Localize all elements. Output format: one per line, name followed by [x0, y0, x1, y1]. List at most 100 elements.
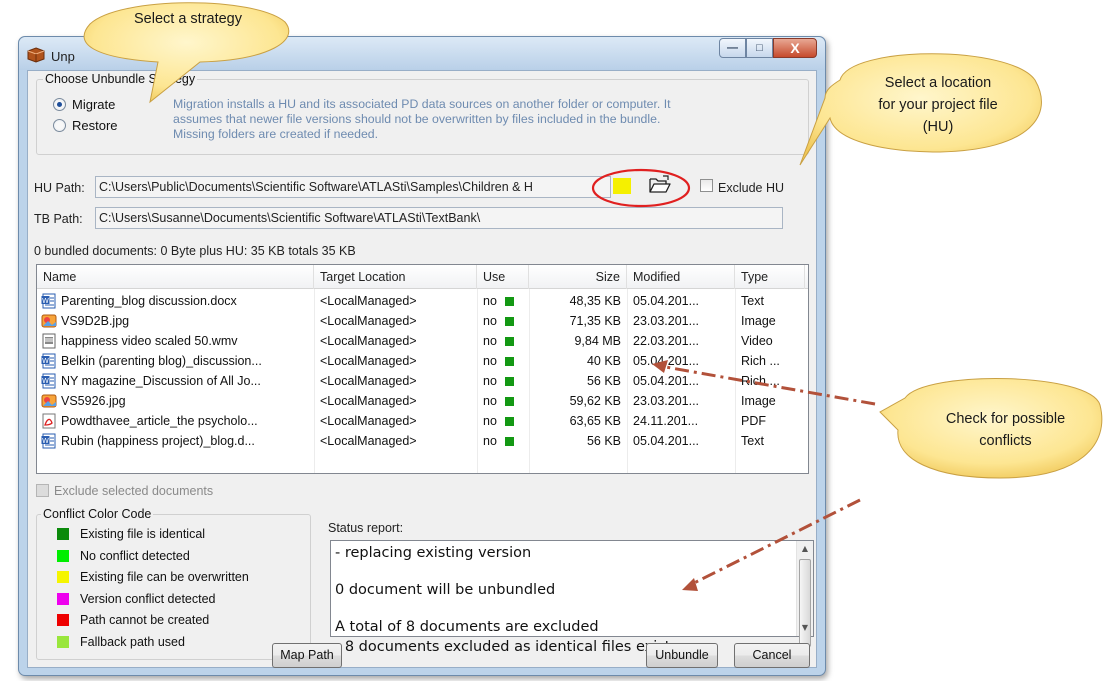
- exclude-selected-label: Exclude selected documents: [54, 484, 214, 498]
- scroll-up-icon[interactable]: ▲: [797, 541, 813, 557]
- map-path-button[interactable]: Map Path: [272, 643, 342, 668]
- callout-conflicts-line: conflicts: [979, 433, 1032, 449]
- cell-target: <LocalManaged>: [320, 354, 417, 368]
- cell-type: Image: [741, 394, 776, 408]
- word-doc-icon: W: [41, 353, 57, 369]
- use-indicator: [504, 317, 514, 326]
- callout-conflicts-line: Check for possible: [945, 411, 1066, 427]
- title-bar[interactable]: Unp — □ X: [19, 37, 825, 70]
- status-report[interactable]: - replacing existing version 0 document …: [330, 540, 814, 655]
- table-row[interactable]: W Parenting_blog discussion.docx <LocalMan…: [37, 291, 808, 311]
- use-indicator: [504, 417, 514, 426]
- radio-migrate-dot[interactable]: [53, 98, 66, 111]
- cell-name: Belkin (parenting blog)_discussion...: [61, 354, 262, 368]
- table-row[interactable]: W Rubin (happiness project)_blog.d... <Loc…: [37, 431, 808, 451]
- cell-size: 59,62 KB: [569, 394, 621, 408]
- table-row[interactable]: W Belkin (parenting blog)_discussion... <L…: [37, 351, 808, 371]
- column-header-modified[interactable]: Modified: [627, 265, 735, 289]
- column-header-use[interactable]: Use: [477, 265, 529, 289]
- minimize-button[interactable]: —: [719, 38, 746, 58]
- status-line: - 8 documents excluded as identical file…: [335, 639, 679, 655]
- exclude-selected-checkbox[interactable]: [36, 484, 49, 497]
- package-icon: [27, 47, 45, 63]
- callout-location-line: (HU): [922, 119, 954, 135]
- radio-restore[interactable]: Restore: [53, 118, 118, 133]
- use-indicator: [504, 337, 514, 346]
- exclude-hu-checkbox[interactable]: [700, 179, 713, 192]
- documents-table[interactable]: Name Target Location Use Size Modified T…: [36, 264, 809, 474]
- column-header-name[interactable]: Name: [37, 265, 314, 289]
- column-header-type[interactable]: Type: [735, 265, 805, 289]
- svg-text:W: W: [42, 437, 49, 445]
- table-header: Name Target Location Use Size Modified T…: [37, 265, 808, 289]
- legend-item: Existing file can be overwritten: [57, 570, 249, 584]
- legend-item: Version conflict detected: [57, 592, 216, 606]
- legend-label: Fallback path used: [80, 634, 185, 649]
- maximize-button[interactable]: □: [746, 38, 773, 58]
- cell-name: Rubin (happiness project)_blog.d...: [61, 434, 255, 448]
- unbundle-button[interactable]: Unbundle: [646, 643, 718, 668]
- use-indicator: [504, 437, 514, 446]
- table-row[interactable]: VS5926.jpg <LocalManaged> no 59,62 KB 23.03.…: [37, 391, 808, 411]
- cell-modified: 23.03.201...: [633, 314, 700, 328]
- cell-target: <LocalManaged>: [320, 394, 417, 408]
- cell-modified: 05.04.201...: [633, 434, 700, 448]
- tb-path-field[interactable]: C:\Users\Susanne\Documents\Scientific So…: [95, 207, 783, 229]
- cell-use: no: [483, 291, 527, 311]
- legend-label: Existing file is identical: [80, 527, 206, 541]
- table-row[interactable]: Powdthavee_article_the psycholo... <Local…: [37, 411, 808, 431]
- legend-item: No conflict detected: [57, 549, 190, 563]
- word-doc-icon: W: [41, 373, 57, 389]
- strategy-description-line: Missing folders are created if needed.: [173, 127, 379, 141]
- close-button[interactable]: X: [773, 38, 817, 58]
- use-text: no: [483, 314, 497, 328]
- cell-target: <LocalManaged>: [320, 314, 417, 328]
- cell-type: Text: [741, 434, 764, 448]
- cell-use: no: [483, 351, 527, 371]
- cell-type: Rich ...: [741, 374, 780, 388]
- strategy-group-title: Choose Unbundle Strategy: [43, 72, 198, 86]
- status-scrollbar[interactable]: ▲ ▼: [796, 541, 813, 647]
- legend-swatch: [57, 635, 69, 648]
- conflict-legend: Conflict Color Code Existing file is ide…: [36, 507, 311, 660]
- hu-path-field[interactable]: C:\Users\Public\Documents\Scientific Sof…: [95, 176, 611, 198]
- use-indicator: [504, 357, 514, 366]
- video-icon: [41, 333, 57, 349]
- table-row[interactable]: VS9D2B.jpg <LocalManaged> no 71,35 KB 23.03.…: [37, 311, 808, 331]
- cell-size: 63,65 KB: [569, 414, 621, 428]
- cell-modified: 23.03.201...: [633, 394, 700, 408]
- cell-size: 48,35 KB: [569, 294, 621, 308]
- column-header-target[interactable]: Target Location: [314, 265, 477, 289]
- table-row[interactable]: happiness video scaled 50.wmv <LocalManag…: [37, 331, 808, 351]
- cell-use: no: [483, 391, 527, 411]
- hu-path-label: HU Path:: [34, 181, 85, 195]
- cell-target: <LocalManaged>: [320, 434, 417, 448]
- table-row[interactable]: W NY magazine_Discussion of All Jo... <Loc…: [37, 371, 808, 391]
- radio-migrate[interactable]: Migrate: [53, 97, 115, 112]
- cell-name: Parenting_blog discussion.docx: [61, 294, 237, 308]
- column-header-size[interactable]: Size: [529, 265, 627, 289]
- window-title: Unp: [51, 49, 75, 64]
- scroll-down-icon[interactable]: ▼: [797, 620, 813, 636]
- legend-label: No conflict detected: [80, 548, 190, 563]
- strategy-group: Choose Unbundle Strategy Migrate Restore…: [36, 72, 809, 155]
- radio-restore-dot[interactable]: [53, 119, 66, 132]
- cell-use: no: [483, 411, 527, 431]
- unbundle-dialog: Unp — □ X Choose Unbundle Strategy Migra…: [18, 36, 826, 676]
- bundle-summary: 0 bundled documents: 0 Byte plus HU: 35 …: [34, 244, 356, 258]
- use-text: no: [483, 354, 497, 368]
- strategy-description-line: Migration installs a HU and its associat…: [173, 97, 671, 111]
- callout-location-line: for your project file: [878, 97, 998, 113]
- cell-type: Rich ...: [741, 354, 780, 368]
- legend-swatch: [57, 571, 69, 583]
- cell-target: <LocalManaged>: [320, 414, 417, 428]
- cell-name: Powdthavee_article_the psycholo...: [61, 414, 258, 428]
- radio-restore-label: Restore: [72, 118, 118, 133]
- legend-label: Existing file can be overwritten: [80, 570, 249, 584]
- cancel-button[interactable]: Cancel: [734, 643, 810, 668]
- dialog-body: Choose Unbundle Strategy Migrate Restore…: [27, 70, 817, 668]
- callout-location-line: Select a location: [884, 75, 992, 91]
- status-line: - replacing existing version: [335, 545, 532, 561]
- open-folder-icon[interactable]: [648, 175, 672, 195]
- tb-path-label: TB Path:: [34, 212, 83, 226]
